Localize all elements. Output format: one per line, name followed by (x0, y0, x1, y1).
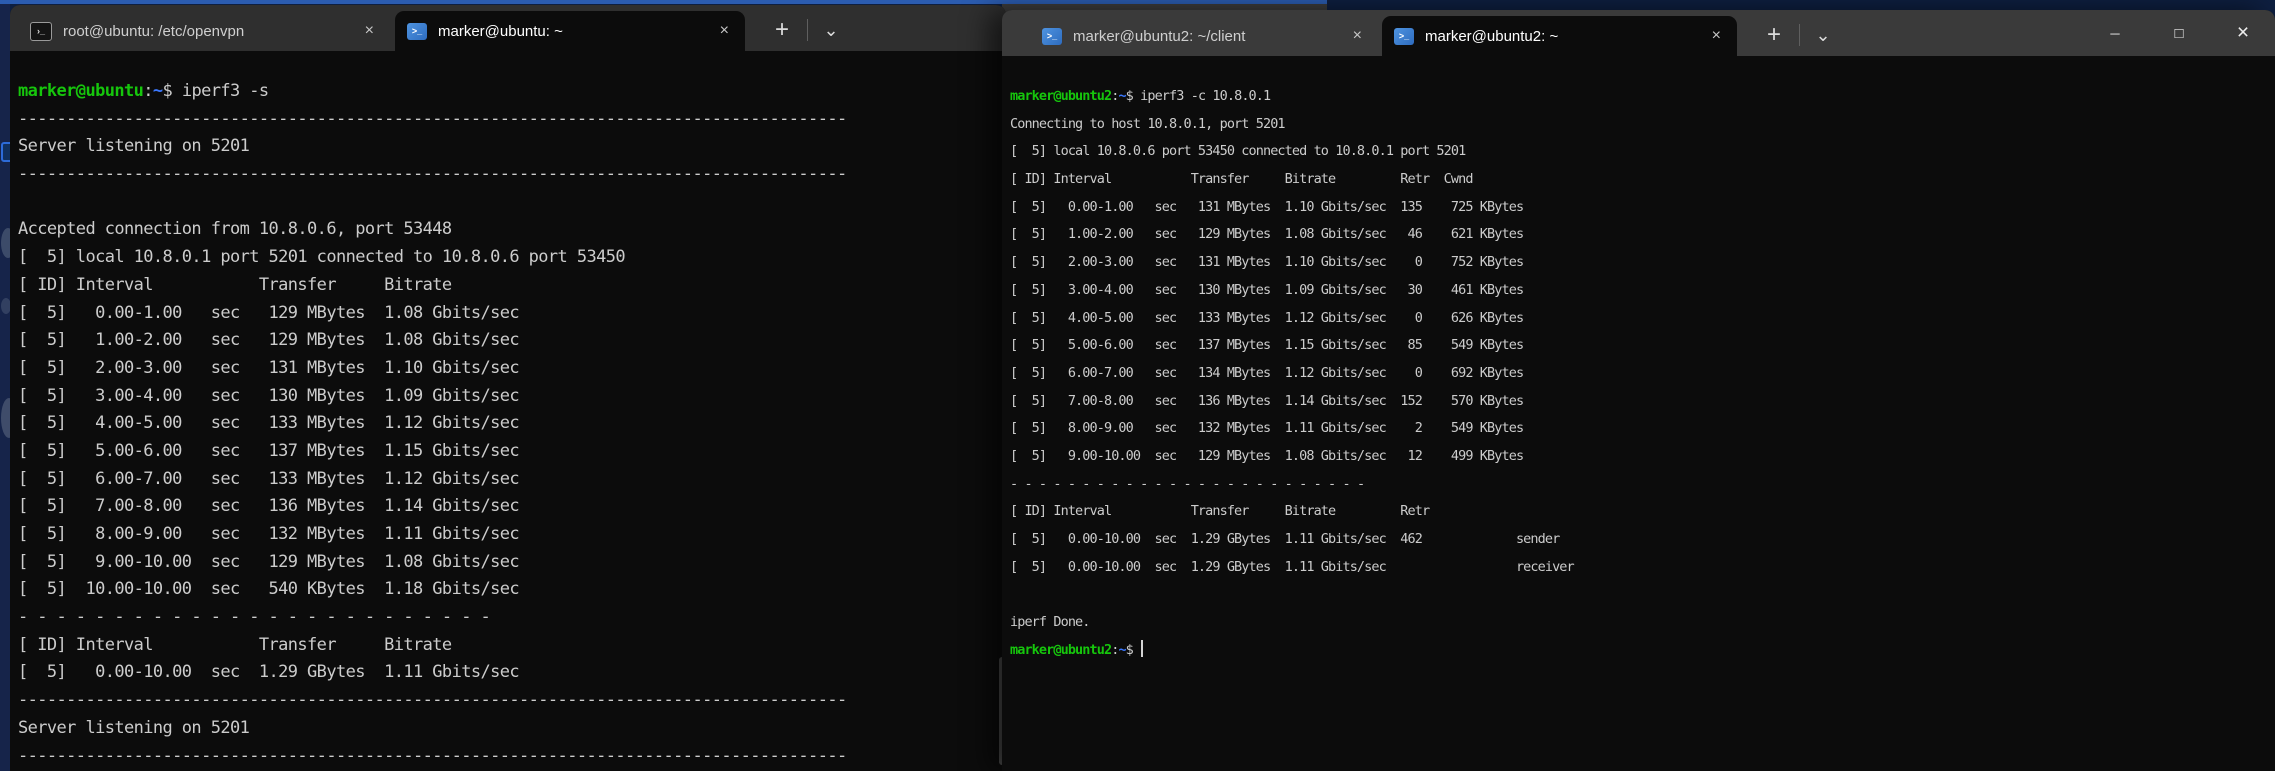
powershell-icon: >_ (1394, 28, 1414, 45)
terminal-line: marker@ubuntu:~$ iperf3 -s (18, 78, 996, 106)
terminal-line: [ ID] Interval Transfer Bitrate Retr (1010, 498, 2265, 526)
terminal-line: [ ID] Interval Transfer Bitrate (18, 272, 996, 300)
tab-title: marker@ubuntu2: ~/client (1073, 28, 1345, 45)
terminal-line: [ 5] 0.00-1.00 sec 129 MBytes 1.08 Gbits… (18, 300, 996, 328)
tab-close-icon[interactable]: × (712, 21, 737, 41)
tab-strip: ›_root@ubuntu: /etc/openvpn×>_marker@ubu… (10, 11, 745, 51)
tab-marker-ubuntu2-[interactable]: >_ marker@ubuntu2: ~× (1382, 16, 1737, 56)
terminal-line: iperf Done. (1010, 609, 2265, 637)
terminal-output-client[interactable]: marker@ubuntu2:~$ iperf3 -c 10.8.0.1Conn… (1010, 83, 2265, 771)
terminal-line: [ 5] 0.00-10.00 sec 1.29 GBytes 1.11 Gbi… (18, 659, 996, 687)
terminal-line: Connecting to host 10.8.0.1, port 5201 (1010, 111, 2265, 139)
terminal-line: Server listening on 5201 (18, 715, 996, 743)
terminal-line: [ 5] local 10.8.0.1 port 5201 connected … (18, 244, 996, 272)
tab-root-ubuntu-etc-openvpn[interactable]: ›_ root@ubuntu: /etc/openvpn× (18, 11, 390, 51)
terminal-line: [ 5] 4.00-5.00 sec 133 MBytes 1.12 Gbits… (1010, 305, 2265, 333)
close-button[interactable]: × (2211, 10, 2275, 56)
terminal-line: [ 5] 8.00-9.00 sec 132 MBytes 1.11 Gbits… (1010, 415, 2265, 443)
terminal-line: - - - - - - - - - - - - - - - - - - - - … (18, 604, 996, 632)
terminal-icon: ›_ (30, 22, 52, 41)
text-cursor (1141, 640, 1143, 657)
terminal-line: [ 5] 7.00-8.00 sec 136 MBytes 1.14 Gbits… (18, 493, 996, 521)
terminal-line: ----------------------------------------… (18, 106, 996, 134)
terminal-line: Server listening on 5201 (18, 133, 996, 161)
terminal-line: Accepted connection from 10.8.0.6, port … (18, 216, 996, 244)
terminal-window-client: >_marker@ubuntu2: ~/client×>_marker@ubun… (1002, 10, 2275, 771)
terminal-line: [ 5] 5.00-6.00 sec 137 MBytes 1.15 Gbits… (18, 438, 996, 466)
terminal-line: [ 5] 7.00-8.00 sec 136 MBytes 1.14 Gbits… (1010, 388, 2265, 416)
tab-bar: ›_root@ubuntu: /etc/openvpn×>_marker@ubu… (10, 5, 1006, 51)
terminal-line: [ 5] 1.00-2.00 sec 129 MBytes 1.08 Gbits… (1010, 221, 2265, 249)
terminal-line: [ 5] 8.00-9.00 sec 132 MBytes 1.11 Gbits… (18, 521, 996, 549)
background-window-accent-line (0, 0, 1327, 4)
terminal-line: [ 5] 6.00-7.00 sec 133 MBytes 1.12 Gbits… (18, 466, 996, 494)
terminal-line: ----------------------------------------… (18, 687, 996, 715)
tab-marker-ubuntu-[interactable]: >_ marker@ubuntu: ~× (395, 11, 745, 51)
terminal-line (18, 189, 996, 217)
new-tab-button[interactable]: + (1757, 21, 1791, 49)
tab-title: root@ubuntu: /etc/openvpn (63, 23, 357, 40)
tab-close-icon[interactable]: × (1345, 26, 1370, 46)
terminal-line: [ 5] 0.00-10.00 sec 1.29 GBytes 1.11 Gbi… (1010, 554, 2265, 582)
maximize-button[interactable]: □ (2147, 10, 2211, 56)
tab-title: marker@ubuntu: ~ (438, 23, 712, 40)
terminal-line: [ 5] 3.00-4.00 sec 130 MBytes 1.09 Gbits… (1010, 277, 2265, 305)
tab-title: marker@ubuntu2: ~ (1425, 28, 1704, 45)
tab-dropdown-chevron-icon[interactable]: ⌄ (1808, 25, 1838, 46)
minimize-button[interactable]: ─ (2083, 10, 2147, 56)
terminal-line: [ 5] local 10.8.0.6 port 53450 connected… (1010, 138, 2265, 166)
terminal-line: marker@ubuntu2:~$ iperf3 -c 10.8.0.1 (1010, 83, 2265, 111)
terminal-window-server: ›_root@ubuntu: /etc/openvpn×>_marker@ubu… (10, 5, 1006, 771)
tab-marker-ubuntu2-client[interactable]: >_ marker@ubuntu2: ~/client× (1030, 16, 1378, 56)
terminal-line: ----------------------------------------… (18, 743, 996, 771)
terminal-line (1010, 581, 2265, 609)
terminal-line: [ 5] 1.00-2.00 sec 129 MBytes 1.08 Gbits… (18, 327, 996, 355)
tab-close-icon[interactable]: × (357, 21, 382, 41)
terminal-line: [ 5] 9.00-10.00 sec 129 MBytes 1.08 Gbit… (18, 549, 996, 577)
terminal-line: marker@ubuntu2:~$ (1010, 637, 2265, 665)
terminal-line: [ ID] Interval Transfer Bitrate (18, 632, 996, 660)
terminal-line: ----------------------------------------… (18, 161, 996, 189)
terminal-line: [ 5] 10.00-10.00 sec 540 KBytes 1.18 Gbi… (18, 576, 996, 604)
tabbar-divider (807, 19, 808, 41)
tab-dropdown-chevron-icon[interactable]: ⌄ (816, 20, 846, 41)
terminal-line: [ 5] 2.00-3.00 sec 131 MBytes 1.10 Gbits… (1010, 249, 2265, 277)
tabbar-divider (1799, 24, 1800, 46)
terminal-line: [ 5] 0.00-1.00 sec 131 MBytes 1.10 Gbits… (1010, 194, 2265, 222)
tab-strip: >_marker@ubuntu2: ~/client×>_marker@ubun… (1002, 16, 1737, 56)
terminal-output-server[interactable]: marker@ubuntu:~$ iperf3 -s--------------… (18, 78, 996, 771)
terminal-line: [ 5] 2.00-3.00 sec 131 MBytes 1.10 Gbits… (18, 355, 996, 383)
terminal-line: - - - - - - - - - - - - - - - - - - - - … (1010, 471, 2265, 499)
window-controls: ─ □ × (2083, 10, 2275, 56)
terminal-line: [ 5] 6.00-7.00 sec 134 MBytes 1.12 Gbits… (1010, 360, 2265, 388)
terminal-line: [ 5] 5.00-6.00 sec 137 MBytes 1.15 Gbits… (1010, 332, 2265, 360)
terminal-line: [ 5] 4.00-5.00 sec 133 MBytes 1.12 Gbits… (18, 410, 996, 438)
background-sidebar-strip (0, 0, 10, 771)
tab-close-icon[interactable]: × (1704, 26, 1729, 46)
terminal-line: [ 5] 0.00-10.00 sec 1.29 GBytes 1.11 Gbi… (1010, 526, 2265, 554)
new-tab-button[interactable]: + (765, 16, 799, 44)
powershell-icon: >_ (1042, 28, 1062, 45)
terminal-line: [ ID] Interval Transfer Bitrate Retr Cwn… (1010, 166, 2265, 194)
terminal-line: [ 5] 9.00-10.00 sec 129 MBytes 1.08 Gbit… (1010, 443, 2265, 471)
powershell-icon: >_ (407, 23, 427, 40)
terminal-line: [ 5] 3.00-4.00 sec 130 MBytes 1.09 Gbits… (18, 383, 996, 411)
